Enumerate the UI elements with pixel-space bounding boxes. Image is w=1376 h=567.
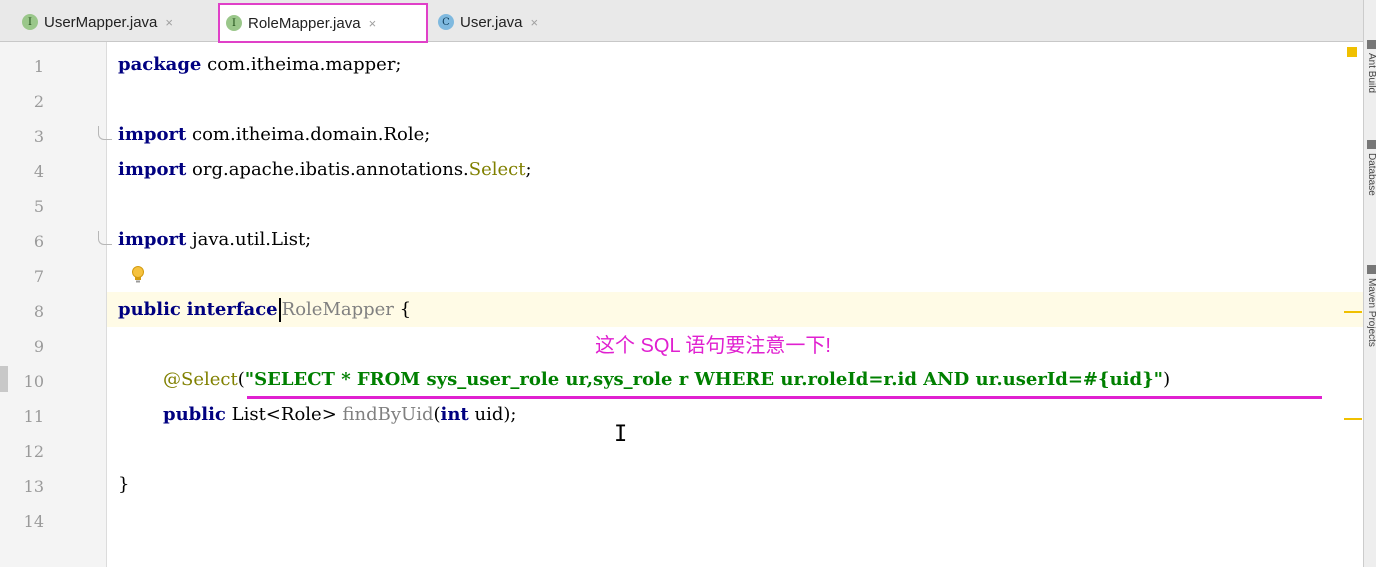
code-line-6[interactable]: import java.util.List; [118, 222, 311, 257]
code-line-11[interactable]: public List<Role> findByUid(int uid); [163, 397, 516, 432]
tool-label: Maven Projects [1366, 278, 1376, 347]
tool-database[interactable]: Database [1364, 140, 1376, 235]
line-number: 13 [23, 477, 44, 496]
code-text: java.util.List; [186, 229, 312, 250]
code-text: ; [525, 159, 532, 180]
code-text: uid); [468, 404, 517, 425]
line-number: 12 [23, 442, 44, 461]
line-number: 4 [33, 162, 44, 181]
code-text: ( [433, 404, 441, 425]
tool-ant-build[interactable]: Ant Build [1364, 40, 1376, 120]
line-number: 7 [33, 267, 44, 286]
tool-label: Database [1366, 153, 1376, 196]
code-text: com.itheima.domain.Role; [186, 124, 431, 145]
keyword: public [118, 299, 181, 320]
annotation-note: 这个 SQL 语句要注意一下! [595, 335, 831, 357]
warning-marker-icon[interactable] [1347, 47, 1357, 57]
code-text: } [118, 474, 130, 495]
scroll-marker[interactable] [1344, 311, 1362, 313]
lightbulb-icon[interactable] [131, 266, 145, 284]
right-tool-window-bar: Ant Build Database Maven Projects [1363, 0, 1376, 567]
scroll-marker[interactable] [1344, 418, 1362, 420]
tab-label: User.java [460, 13, 523, 31]
close-icon[interactable]: × [531, 15, 539, 30]
code-text: com.itheima.mapper; [201, 54, 402, 75]
code-line-13[interactable]: } [118, 467, 129, 502]
interface-icon: I [22, 14, 38, 30]
close-icon[interactable]: × [165, 15, 173, 30]
method-name: findByUid [342, 404, 434, 425]
line-number: 1 [33, 57, 44, 76]
line-number: 8 [33, 302, 44, 321]
line-number: 6 [33, 232, 44, 251]
keyword: import [118, 229, 187, 250]
ant-icon [1366, 40, 1376, 49]
code-text: org.apache.ibatis.annotations. [186, 159, 469, 180]
interface-icon: I [226, 15, 242, 31]
tab-rolemapper[interactable]: I RoleMapper.java × [218, 3, 428, 43]
tab-usermapper[interactable]: I UserMapper.java × [16, 6, 214, 38]
code-text: ) [1163, 369, 1171, 390]
tool-maven-projects[interactable]: Maven Projects [1364, 265, 1376, 405]
line-number: 3 [33, 127, 44, 146]
code-text: ( [237, 369, 245, 390]
close-icon[interactable]: × [369, 16, 377, 31]
keyword: interface [186, 299, 278, 320]
code-line-8[interactable]: public interface RoleMapper { [118, 292, 411, 327]
keyword: package [118, 54, 202, 75]
maven-icon [1366, 265, 1376, 274]
fold-toggle-icon[interactable] [98, 126, 112, 140]
code-text: List<Role> [225, 404, 343, 425]
keyword: int [440, 404, 469, 425]
code-text: { [393, 299, 412, 320]
code-line-4[interactable]: import org.apache.ibatis.annotations.Sel… [118, 152, 532, 187]
keyword: import [118, 124, 187, 145]
tab-user[interactable]: C User.java × [432, 6, 564, 38]
keyword: import [118, 159, 187, 180]
code-line-10[interactable]: @Select("SELECT * FROM sys_user_role ur,… [163, 362, 1170, 397]
line-number: 2 [33, 92, 44, 111]
line-number: 5 [33, 197, 44, 216]
annotation-name: Select [468, 159, 526, 180]
line-number: 11 [23, 407, 44, 426]
mouse-ibeam-cursor-icon: I [614, 422, 628, 447]
tab-label: UserMapper.java [44, 13, 158, 31]
line-number: 9 [33, 337, 44, 356]
gutter-marker [0, 366, 8, 392]
keyword: public [163, 404, 226, 425]
sql-string: "SELECT * FROM sys_user_role ur,sys_role… [244, 369, 1164, 390]
tab-label: RoleMapper.java [248, 14, 361, 32]
tool-label: Ant Build [1366, 53, 1376, 94]
database-icon [1366, 140, 1376, 149]
fold-toggle-icon[interactable] [98, 231, 112, 245]
line-number: 14 [23, 512, 44, 531]
line-number-gutter[interactable]: 1 2 3 4 5 6 7 8 9 10 11 12 13 14 [0, 42, 107, 567]
interface-name: RoleMapper [281, 299, 394, 320]
class-icon: C [438, 14, 454, 30]
text-caret [278, 298, 281, 322]
code-line-1[interactable]: package com.itheima.mapper; [118, 47, 402, 82]
annotation: @Select [163, 369, 238, 390]
editor-tab-bar: I UserMapper.java × I RoleMapper.java × … [0, 0, 1376, 43]
code-line-3[interactable]: import com.itheima.domain.Role; [118, 117, 430, 152]
